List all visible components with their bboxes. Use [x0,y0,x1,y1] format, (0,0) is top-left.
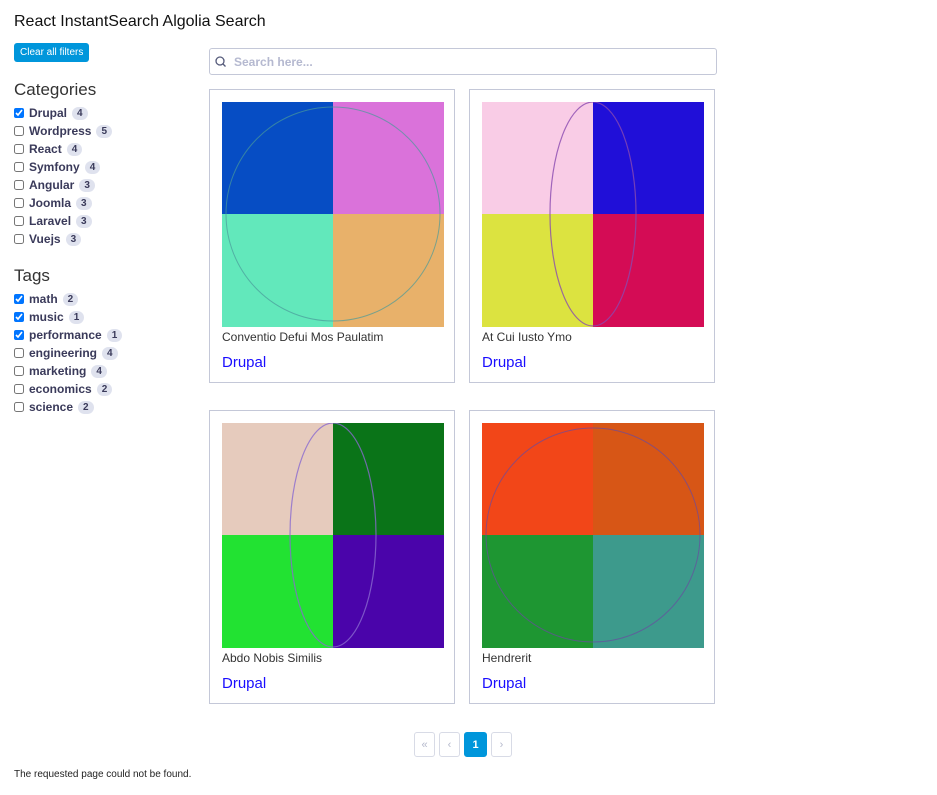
tags-facet: Tags math 2 music 1 performance 1 engineering 4… [14,266,194,416]
facet-count: 2 [78,400,94,414]
facet-count: 4 [102,346,118,360]
facet-label: math [29,292,58,306]
hit-card: Conventio Defui Mos Paulatim Drupal [209,89,455,383]
hit-category-link[interactable]: Drupal [482,675,526,692]
facet-item-vuejs[interactable]: Vuejs 3 [14,230,194,248]
facet-count: 3 [76,196,92,210]
facet-count: 4 [84,160,101,174]
facet-item-drupal[interactable]: Drupal 4 [14,104,194,122]
facet-checkbox[interactable] [14,402,24,412]
page-1-button[interactable]: 1 [464,732,487,757]
facet-label: science [29,400,74,414]
page-title: React InstantSearch Algolia Search [14,13,266,30]
hit-card: At Cui Iusto Ymo Drupal [469,89,715,383]
facet-checkbox[interactable] [14,348,24,358]
hit-image[interactable] [222,423,444,648]
hit-title: At Cui Iusto Ymo [482,330,572,344]
facet-item-engineering[interactable]: engineering 4 [14,344,194,362]
search-icon [215,55,226,67]
tags-heading: Tags [14,266,50,285]
facet-count: 3 [79,178,95,192]
hit-title: Conventio Defui Mos Paulatim [222,330,384,344]
search-box[interactable] [209,48,717,75]
categories-heading: Categories [14,80,97,99]
hit-category-link[interactable]: Drupal [482,354,526,371]
facet-label: Laravel [29,214,72,228]
facet-label: React [29,142,62,156]
facet-label: economics [29,382,92,396]
facet-checkbox[interactable] [14,198,24,208]
next-page-button[interactable]: › [491,732,512,757]
facet-label: music [29,310,64,324]
facet-label: Joomla [29,196,72,210]
facet-count: 4 [91,364,107,378]
pagination: « ‹ 1 › [414,732,512,757]
facet-item-angular[interactable]: Angular 3 [14,176,194,194]
hit-card: Hendrerit Drupal [469,410,715,704]
categories-facet: Categories Drupal 4 Wordpress 5 React 4 Symfon… [14,80,194,248]
hit-image[interactable] [482,102,704,327]
facet-item-laravel[interactable]: Laravel 3 [14,212,194,230]
facet-checkbox[interactable] [14,144,24,154]
facet-count: 3 [65,232,82,246]
facet-count: 2 [62,292,79,306]
facet-item-economics[interactable]: economics 2 [14,380,194,398]
facet-label: Drupal [29,106,68,120]
search-input[interactable] [232,53,706,70]
facet-item-symfony[interactable]: Symfony 4 [14,158,194,176]
facet-count: 4 [72,106,88,120]
facet-label: engineering [29,346,98,360]
facet-label: Wordpress [29,124,92,138]
facet-label: Vuejs [29,232,61,246]
facet-label: Symfony [29,160,80,174]
hit-title: Hendrerit [482,651,532,665]
hit-card: Abdo Nobis Similis Drupal [209,410,455,704]
facet-item-music[interactable]: music 1 [14,308,194,326]
footer-message: The requested page could not be found. [14,769,192,780]
hit-image[interactable] [482,423,704,648]
facet-count: 1 [106,328,123,342]
facet-checkbox[interactable] [14,384,24,394]
hit-category-link[interactable]: Drupal [222,354,266,371]
facet-count: 2 [96,382,113,396]
first-page-button[interactable]: « [414,732,435,757]
facet-item-react[interactable]: React 4 [14,140,194,158]
facet-checkbox[interactable] [14,108,24,118]
clear-all-filters-button[interactable]: Clear all filters [14,43,90,62]
facet-checkbox[interactable] [14,366,24,376]
hit-image[interactable] [222,102,444,327]
facet-count: 4 [66,142,83,156]
facet-checkbox[interactable] [14,162,24,172]
facet-checkbox[interactable] [14,180,24,190]
facet-label: marketing [29,364,87,378]
facet-item-performance[interactable]: performance 1 [14,326,194,344]
facet-item-marketing[interactable]: marketing 4 [14,362,194,380]
facet-label: performance [29,328,102,342]
hit-category-link[interactable]: Drupal [222,675,266,692]
facet-checkbox[interactable] [14,216,24,226]
facet-label: Angular [29,178,75,192]
facet-checkbox[interactable] [14,294,24,304]
facet-item-science[interactable]: science 2 [14,398,194,416]
facet-checkbox[interactable] [14,234,24,244]
facet-checkbox[interactable] [14,330,24,340]
facet-count: 1 [68,310,85,324]
facet-count: 3 [76,214,92,228]
facet-item-math[interactable]: math 2 [14,290,194,308]
facet-checkbox[interactable] [14,126,24,136]
prev-page-button[interactable]: ‹ [439,732,460,757]
facet-item-joomla[interactable]: Joomla 3 [14,194,194,212]
facet-checkbox[interactable] [14,312,24,322]
facet-item-wordpress[interactable]: Wordpress 5 [14,122,194,140]
facet-count: 5 [96,124,113,138]
hit-title: Abdo Nobis Similis [222,651,323,665]
